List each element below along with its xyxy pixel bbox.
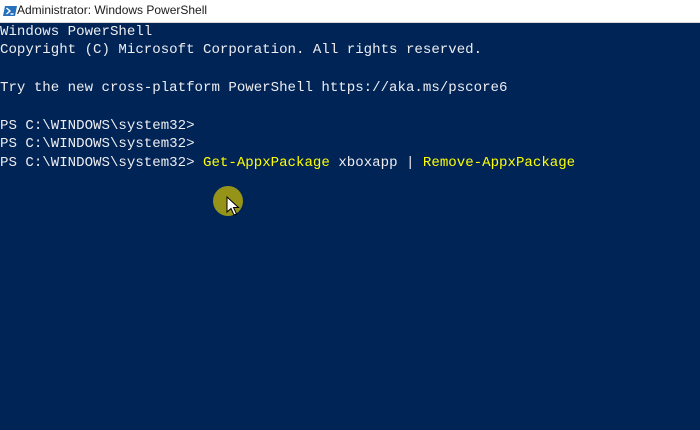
console-output[interactable]: Windows PowerShell Copyright (C) Microso… (0, 23, 700, 430)
cmdlet-get-appxpackage: Get-AppxPackage (202, 155, 330, 171)
prompt-line: PS C:\WINDOWS\system32> (0, 118, 195, 134)
copyright-line: Copyright (C) Microsoft Corporation. All… (0, 42, 483, 58)
argument-xboxapp: xboxapp (329, 155, 406, 171)
prompt-line: PS C:\WINDOWS\system32> (0, 136, 195, 152)
pscore-line: Try the new cross-platform PowerShell ht… (0, 80, 508, 96)
command-line[interactable]: PS C:\WINDOWS\system32> Get-AppxPackage … (0, 154, 575, 173)
cmdlet-remove-appxpackage: Remove-AppxPackage (422, 155, 576, 171)
powershell-icon (3, 6, 17, 16)
window-title: Administrator: Windows PowerShell (17, 3, 208, 17)
banner-line: Windows PowerShell (0, 24, 153, 40)
prompt-text: PS C:\WINDOWS\system32> (0, 155, 203, 171)
pipe-operator: | (405, 155, 423, 171)
title-bar[interactable]: Administrator: Windows PowerShell (0, 0, 700, 23)
mouse-pointer-icon (226, 196, 240, 216)
powershell-window: Administrator: Windows PowerShell Window… (0, 0, 700, 430)
